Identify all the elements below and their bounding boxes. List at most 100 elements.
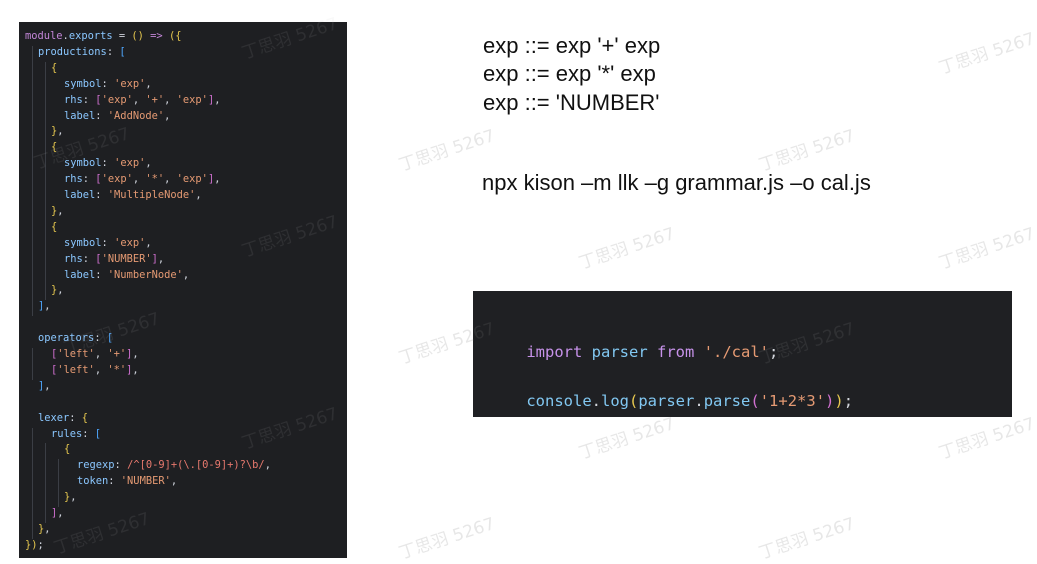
code-token: rhs <box>64 93 83 106</box>
code-token: parse <box>703 392 751 410</box>
code-token: '+' <box>107 348 127 360</box>
code-token: , <box>70 491 77 504</box>
code-token: , <box>145 157 152 170</box>
code-token: label <box>64 109 96 122</box>
code-token: : <box>94 332 107 345</box>
code-token: parser <box>591 343 648 361</box>
indent-guide <box>32 427 33 539</box>
code-token: : <box>101 77 115 90</box>
code-token: rhs <box>64 252 83 265</box>
code-token: : <box>114 459 128 472</box>
grammar-rule: exp ::= 'NUMBER' <box>483 90 660 115</box>
code-token: token <box>77 475 109 488</box>
usage-code-panel: import parser from './cal'; console.log(… <box>473 291 1012 417</box>
code-token: , <box>44 522 51 535</box>
code-token: label <box>64 268 96 281</box>
code-token: : <box>95 189 108 201</box>
code-token: lexer <box>38 411 70 424</box>
code-token: rules <box>51 427 83 440</box>
code-token: [ <box>119 45 126 58</box>
grammar-rule: exp ::= exp '*' exp <box>483 61 656 86</box>
code-line: rhs: ['NUMBER'], <box>64 251 164 267</box>
code-token: ) <box>825 392 835 410</box>
indent-guide <box>45 220 46 301</box>
code-token: : <box>108 475 121 488</box>
code-line: }, <box>51 123 64 139</box>
code-token: () <box>131 30 144 42</box>
code-token: symbol <box>64 236 102 249</box>
code-token: , <box>264 459 271 472</box>
watermark: 丁思羽 5267 <box>756 125 858 176</box>
code-token: regexp <box>77 459 115 472</box>
code-line: ['left', '*'], <box>51 362 139 378</box>
code-token: : <box>101 157 115 170</box>
code-token: { <box>51 61 58 74</box>
code-line: symbol: 'exp', <box>64 235 152 251</box>
code-token: , <box>57 507 64 519</box>
watermark: 丁思羽 5267 <box>396 513 498 564</box>
code-line: rhs: ['exp', '+', 'exp'], <box>64 92 220 108</box>
code-token: 'exp' <box>114 236 146 249</box>
code-token: ; <box>37 538 44 551</box>
code-line: rhs: ['exp', '*', 'exp'], <box>64 171 220 187</box>
code-token: 'exp' <box>176 173 208 186</box>
code-token: : <box>82 252 96 265</box>
code-token: 'exp' <box>176 93 208 106</box>
code-token: , <box>157 252 165 265</box>
code-token: 'left' <box>57 348 95 360</box>
code-token: symbol <box>64 77 102 90</box>
code-token: '1+2*3' <box>759 392 826 410</box>
code-token: , <box>57 125 64 138</box>
code-line: module.exports = () => ({ <box>25 28 181 44</box>
code-token: , <box>44 300 51 313</box>
code-token: ( <box>629 392 639 410</box>
code-token: : <box>95 268 108 281</box>
code-token: : <box>101 236 115 249</box>
indent-guide <box>45 443 46 523</box>
indent-guide <box>32 348 33 380</box>
code-token: : <box>106 45 120 58</box>
code-token: ( <box>750 392 760 410</box>
code-token: { <box>175 30 182 42</box>
code-token: , <box>145 236 152 249</box>
watermark: 丁思羽 5267 <box>396 125 498 176</box>
code-token: 'MultipleNode' <box>107 189 196 201</box>
code-line: }, <box>38 521 51 537</box>
code-token: { <box>51 220 58 233</box>
code-line: label: 'MultipleNode', <box>64 187 202 203</box>
code-token: from <box>657 343 695 361</box>
code-line: { <box>51 60 57 76</box>
code-token: module <box>25 30 63 42</box>
code-line: label: 'AddNode', <box>64 108 170 124</box>
code-line: operators: [ <box>38 330 113 346</box>
code-line: productions: [ <box>38 44 126 60</box>
code-token: { <box>81 411 89 424</box>
code-line: label: 'NumberNode', <box>64 267 189 283</box>
code-line: rules: [ <box>51 426 101 442</box>
indent-guide <box>45 61 46 142</box>
code-line: }); <box>25 537 44 553</box>
code-line: ], <box>38 298 51 314</box>
code-token: , <box>94 348 108 360</box>
code-token: ) <box>834 392 844 410</box>
watermark: 丁思羽 5267 <box>756 513 858 564</box>
indent-guide <box>58 459 59 507</box>
code-token: [ <box>94 427 102 440</box>
watermark: 丁思羽 5267 <box>936 223 1037 274</box>
code-token: , <box>214 93 221 106</box>
code-token: '*' <box>145 173 165 186</box>
code-token: 'left' <box>57 363 95 376</box>
cli-command: npx kison –m llk –g grammar.js –o cal.js <box>482 170 871 195</box>
watermark: 丁思羽 5267 <box>936 413 1037 464</box>
code-token: rhs <box>64 173 83 186</box>
code-token: console <box>526 392 592 410</box>
code-token: = <box>112 30 132 42</box>
code-token: { <box>51 141 58 154</box>
code-token: , <box>132 173 146 186</box>
code-token: log <box>601 392 629 410</box>
code-token: [ <box>106 332 114 345</box>
code-token: , <box>57 284 64 297</box>
code-token: : <box>82 93 96 106</box>
